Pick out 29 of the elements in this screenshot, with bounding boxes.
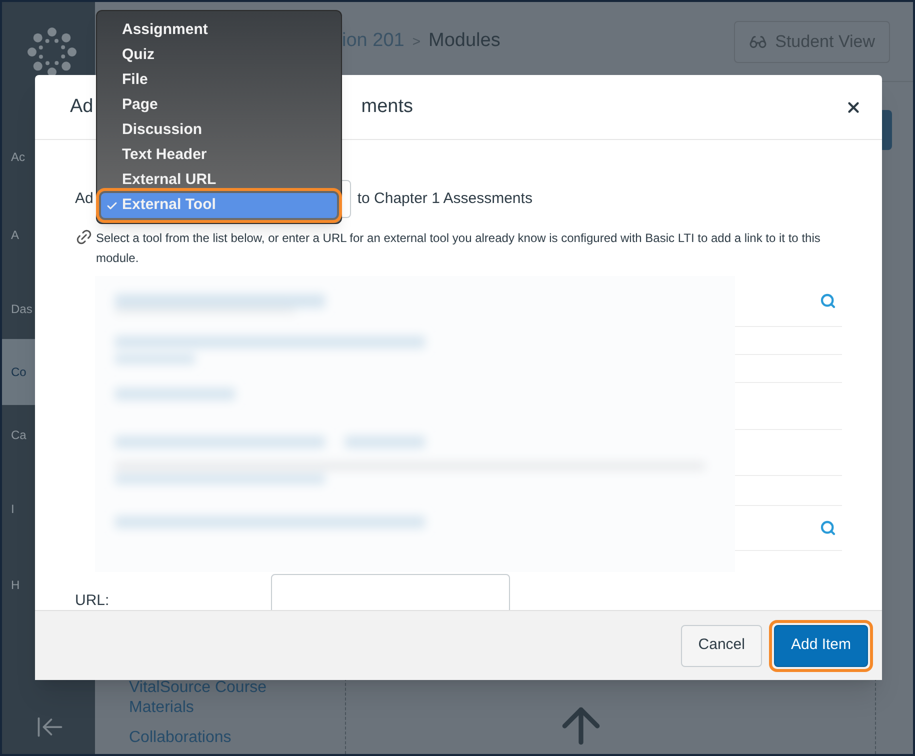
- search-icon[interactable]: [820, 293, 836, 309]
- modal-title: Ad: [70, 94, 94, 119]
- menu-item-label: External URL: [122, 170, 216, 190]
- breadcrumb-separator: >: [412, 32, 421, 51]
- menu-item[interactable]: Assignment: [101, 18, 337, 43]
- menu-item[interactable]: Discussion: [101, 118, 337, 143]
- menu-item-label: Quiz: [122, 45, 154, 66]
- menu-item[interactable]: File: [101, 68, 337, 93]
- cancel-button[interactable]: Cancel: [681, 624, 762, 666]
- menu-item-label: Page: [122, 95, 158, 116]
- check-icon: [106, 200, 118, 212]
- menu-item[interactable]: Text Header: [101, 143, 337, 168]
- menu-item-label: File: [122, 70, 148, 90]
- menu-item-label: Text Header: [122, 145, 207, 166]
- add-label: to Chapter 1 Assessments: [357, 188, 532, 209]
- menu-item[interactable]: Quiz: [101, 43, 337, 68]
- url-label: URL:: [75, 591, 110, 610]
- add-item-button[interactable]: Add Item: [774, 624, 868, 666]
- menu-item[interactable]: Page: [101, 93, 337, 118]
- logo-icon[interactable]: [27, 27, 77, 77]
- menu-item[interactable]: External URL: [101, 168, 337, 193]
- menu-item-label: External Tool: [122, 195, 216, 216]
- add-label: Ad: [75, 188, 94, 209]
- menu-item-label: Assignment: [122, 20, 208, 40]
- modal-title: ments: [361, 94, 413, 119]
- tool-description: Select a tool from the list below, or enter a URL for an external tool you already know is configured with Basic LTI to add a link to it to this module.: [96, 230, 822, 267]
- menu-item-label: Discussion: [122, 120, 202, 140]
- breadcrumb-current: Modules: [428, 29, 500, 54]
- search-icon[interactable]: [820, 520, 836, 536]
